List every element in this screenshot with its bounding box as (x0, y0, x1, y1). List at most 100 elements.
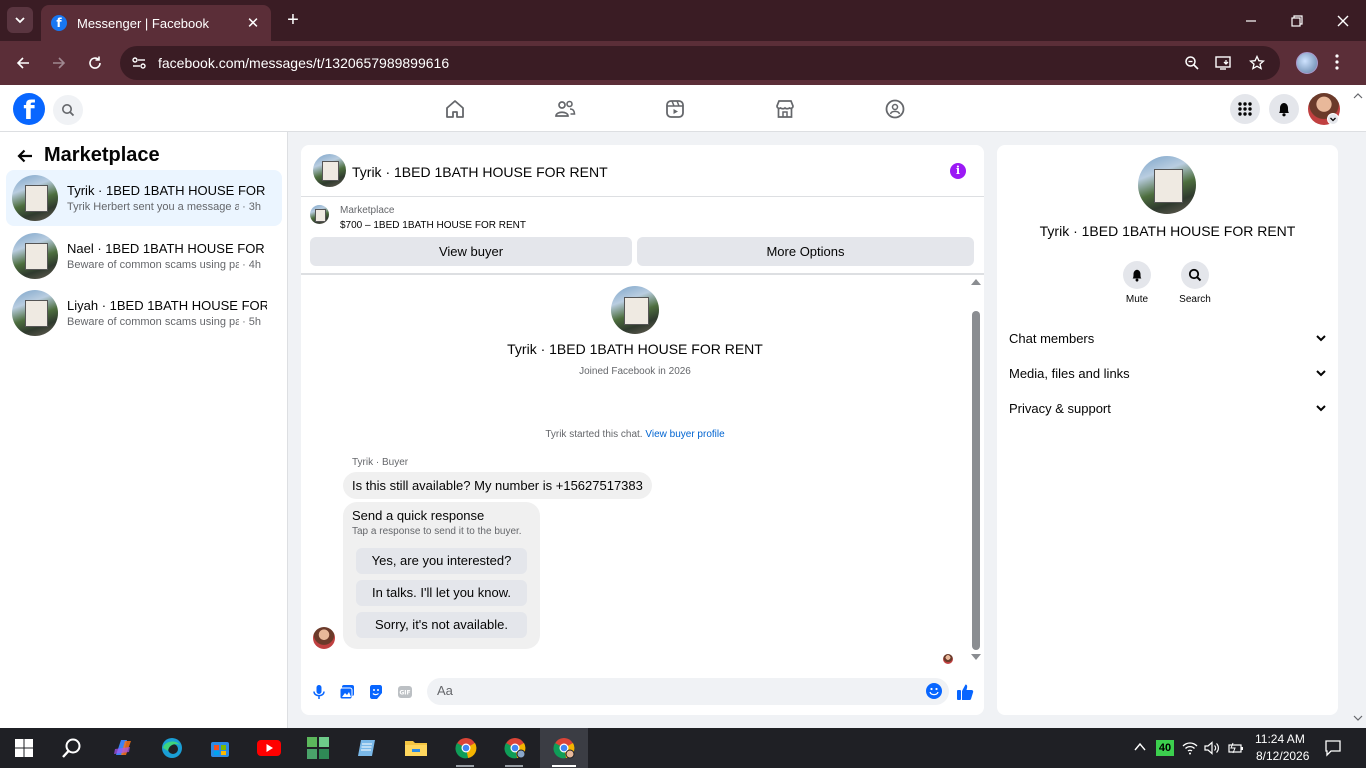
scrollbar-thumb[interactable] (972, 311, 980, 650)
chat-title[interactable]: Tyrik · 1BED 1BATH HOUSE FOR RENT (352, 164, 608, 180)
start-button[interactable] (12, 736, 36, 760)
page-scroll-up-icon[interactable] (1353, 92, 1363, 100)
conversation-item[interactable]: Liyah · 1BED 1BATH HOUSE FOR RE... Bewar… (6, 285, 282, 341)
battery-icon[interactable] (1228, 741, 1244, 755)
close-tab-icon[interactable]: ✕ (245, 14, 261, 32)
clock-date[interactable]: 8/12/2026 (1256, 749, 1309, 763)
search-button[interactable] (53, 95, 83, 125)
chat-header-avatar[interactable] (313, 154, 346, 187)
youtube-app[interactable] (257, 736, 281, 760)
notification-center-icon[interactable] (1324, 739, 1342, 757)
listing-thumbnail (12, 290, 58, 336)
wifi-icon[interactable] (1182, 741, 1198, 755)
chat-panel: Tyrik · 1BED 1BATH HOUSE FOR RENT i Mark… (301, 145, 984, 715)
arrow-right-icon (53, 57, 66, 69)
message-input[interactable] (437, 683, 917, 698)
battery-saver-badge[interactable]: 40 (1156, 740, 1174, 756)
reload-button[interactable] (83, 51, 107, 75)
restore-icon (1291, 14, 1303, 27)
facebook-logo[interactable]: f (13, 93, 45, 125)
browser-tab[interactable]: f Messenger | Facebook ✕ (41, 5, 271, 41)
info-icon[interactable]: i (950, 163, 966, 179)
file-explorer-app[interactable] (404, 736, 428, 760)
minimize-button[interactable] (1228, 0, 1274, 41)
conversation-item[interactable]: Nael · 1BED 1BATH HOUSE FOR RE... Beware… (6, 228, 282, 284)
quick-response-title: Send a quick response (352, 508, 485, 523)
more-options-button[interactable]: More Options (637, 237, 974, 266)
details-profile-photo[interactable] (1138, 156, 1196, 214)
search-icon (1188, 268, 1202, 282)
browser-profile-avatar[interactable] (1296, 52, 1318, 74)
edge-app[interactable] (160, 736, 184, 760)
chrome-app[interactable] (454, 736, 478, 760)
scroll-down-icon[interactable] (971, 654, 981, 660)
marketplace-sidebar: Marketplace Tyrik · 1BED 1BATH HOUSE FOR… (0, 132, 288, 728)
clock-time[interactable]: 11:24 AM (1255, 732, 1305, 746)
home-nav[interactable] (443, 97, 467, 121)
bookmark-star-icon[interactable] (1248, 54, 1266, 72)
site-info-icon[interactable] (130, 54, 148, 72)
restore-button[interactable] (1274, 0, 1320, 41)
svg-text:GIF: GIF (399, 690, 410, 697)
marketplace-label: Marketplace (340, 205, 395, 216)
gif-button[interactable]: GIF (396, 683, 414, 701)
video-nav[interactable] (663, 97, 687, 121)
new-tab-button[interactable]: + (282, 9, 304, 31)
store-app[interactable] (208, 736, 232, 760)
mute-button[interactable]: Mute (1111, 261, 1163, 305)
tray-overflow-icon[interactable] (1134, 742, 1146, 752)
media-files-links-section[interactable]: Media, files and links (1009, 362, 1327, 384)
zoom-icon[interactable] (1183, 54, 1201, 72)
volume-icon[interactable] (1204, 741, 1220, 755)
quick-response-button[interactable]: Yes, are you interested? (356, 548, 527, 574)
address-bar[interactable]: facebook.com/messages/t/1320657989899616 (120, 46, 1280, 80)
view-buyer-button[interactable]: View buyer (310, 237, 632, 266)
close-window-button[interactable] (1320, 0, 1366, 41)
browser-menu-icon[interactable] (1334, 53, 1340, 71)
running-indicator (505, 765, 523, 767)
bell-icon (1279, 103, 1289, 117)
account-chevron-icon[interactable] (1327, 113, 1339, 125)
taskbar-search-button[interactable] (60, 736, 84, 760)
notifications-button[interactable] (1269, 94, 1299, 124)
tab-title: Messenger | Facebook (77, 15, 209, 31)
friends-nav[interactable] (553, 97, 577, 121)
chat-members-section[interactable]: Chat members (1009, 327, 1327, 349)
close-icon (1337, 15, 1349, 26)
install-app-icon[interactable] (1215, 54, 1233, 72)
menu-button[interactable] (1230, 94, 1260, 124)
back-arrow-icon[interactable] (16, 147, 34, 165)
conversation-item[interactable]: Tyrik · 1BED 1BATH HOUSE FOR RE... Tyrik… (6, 170, 282, 226)
sender-label: Tyrik · Buyer (352, 457, 409, 468)
back-button[interactable] (11, 51, 35, 75)
view-buyer-profile-link[interactable]: View buyer profile (645, 429, 724, 440)
scroll-up-icon[interactable] (971, 279, 981, 285)
quick-response-button[interactable]: Sorry, it's not available. (356, 612, 527, 638)
chrome-active-app[interactable] (552, 736, 576, 760)
forward-button[interactable] (47, 51, 71, 75)
buyer-profile-photo[interactable] (611, 286, 659, 334)
notepad-app[interactable] (355, 736, 379, 760)
chrome-profile-app[interactable] (503, 736, 527, 760)
quick-response-card: Send a quick response Tap a response to … (343, 502, 540, 649)
listing-summary[interactable]: Marketplace $700 – 1BED 1BATH HOUSE FOR … (310, 205, 526, 231)
attach-photo-button[interactable] (338, 683, 356, 701)
tab-search-button[interactable] (7, 7, 33, 33)
voice-clip-button[interactable] (310, 683, 328, 701)
quick-response-button[interactable]: In talks. I'll let you know. (356, 580, 527, 606)
sticker-button[interactable] (367, 683, 385, 701)
like-button[interactable] (956, 683, 974, 701)
emoji-icon[interactable] (926, 683, 942, 699)
chevron-down-icon (1316, 370, 1326, 377)
conversation-preview: Tyrik Herbert sent you a message abo... (67, 201, 239, 213)
running-indicator (552, 765, 576, 767)
page-scroll-down-icon[interactable] (1353, 714, 1363, 722)
copilot-app[interactable] (111, 736, 135, 760)
marketplace-nav[interactable] (773, 97, 797, 121)
app-launcher[interactable] (306, 736, 330, 760)
search-in-conversation-button[interactable]: Search (1169, 261, 1221, 305)
buyer-name: Tyrik · 1BED 1BATH HOUSE FOR RENT (507, 341, 763, 357)
privacy-support-section[interactable]: Privacy & support (1009, 397, 1327, 419)
groups-nav[interactable] (883, 97, 907, 121)
chrome-icon (455, 738, 477, 759)
